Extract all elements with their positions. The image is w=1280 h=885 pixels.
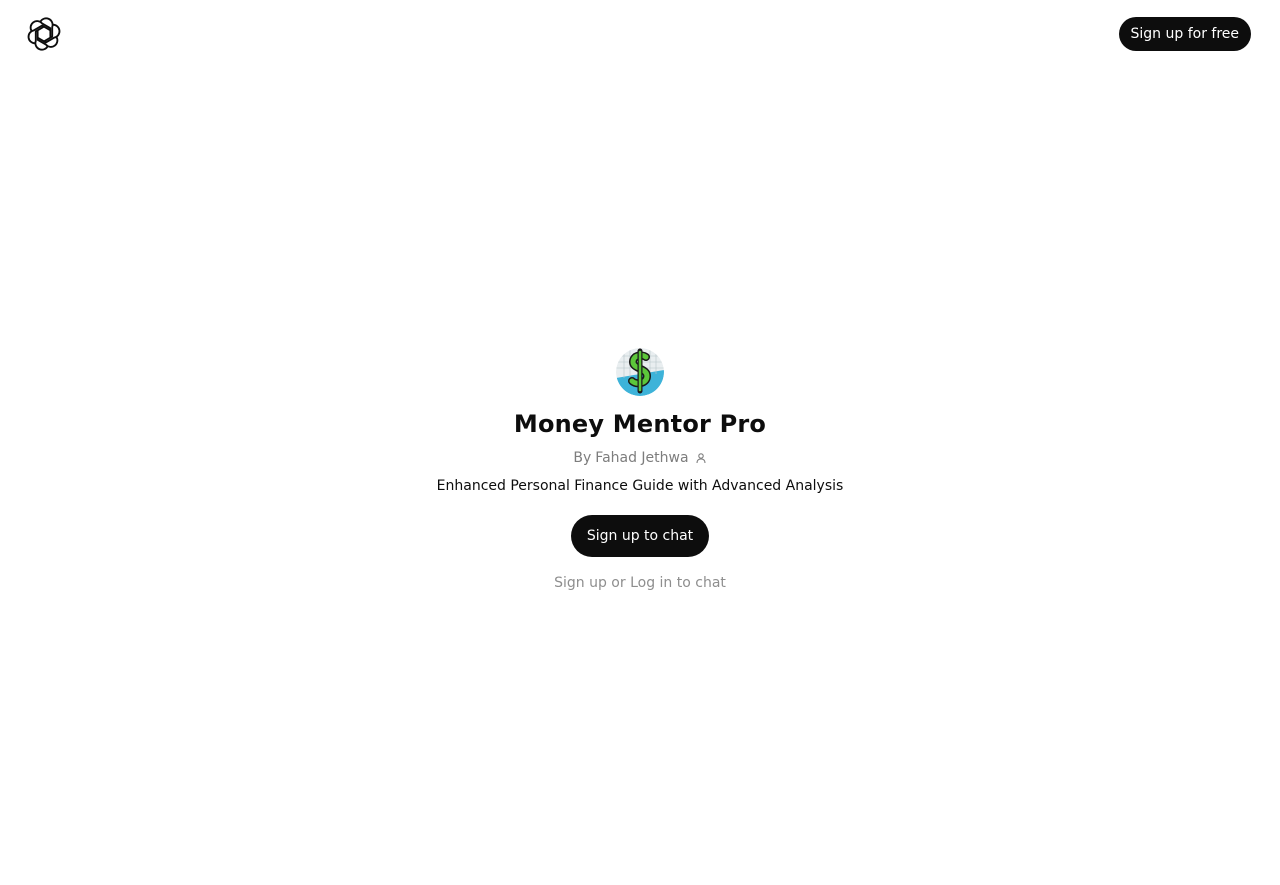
dollar-coin-icon: [616, 348, 664, 396]
sign-up-for-free-button[interactable]: Sign up for free: [1118, 17, 1251, 51]
auth-links: Sign up or Log in to chat: [554, 573, 726, 593]
top-bar: Sign up for free: [0, 0, 1280, 68]
openai-logo-icon[interactable]: [27, 17, 61, 51]
gpt-title: Money Mentor Pro: [513, 410, 767, 438]
or-text: or: [611, 575, 626, 591]
log-in-link[interactable]: Log in: [630, 575, 672, 591]
person-icon: [695, 452, 707, 464]
gpt-intro: Money Mentor Pro By Fahad Jethwa Enhance…: [0, 348, 1280, 593]
sign-up-link[interactable]: Sign up: [554, 575, 607, 591]
to-chat-text: to chat: [676, 575, 726, 591]
author-name: Fahad Jethwa: [595, 450, 689, 466]
byline: By Fahad Jethwa: [573, 448, 706, 468]
gpt-description: Enhanced Personal Finance Guide with Adv…: [436, 478, 844, 494]
sign-up-to-chat-button[interactable]: Sign up to chat: [570, 515, 710, 557]
by-label: By: [573, 450, 592, 466]
gpt-avatar: [616, 348, 664, 396]
